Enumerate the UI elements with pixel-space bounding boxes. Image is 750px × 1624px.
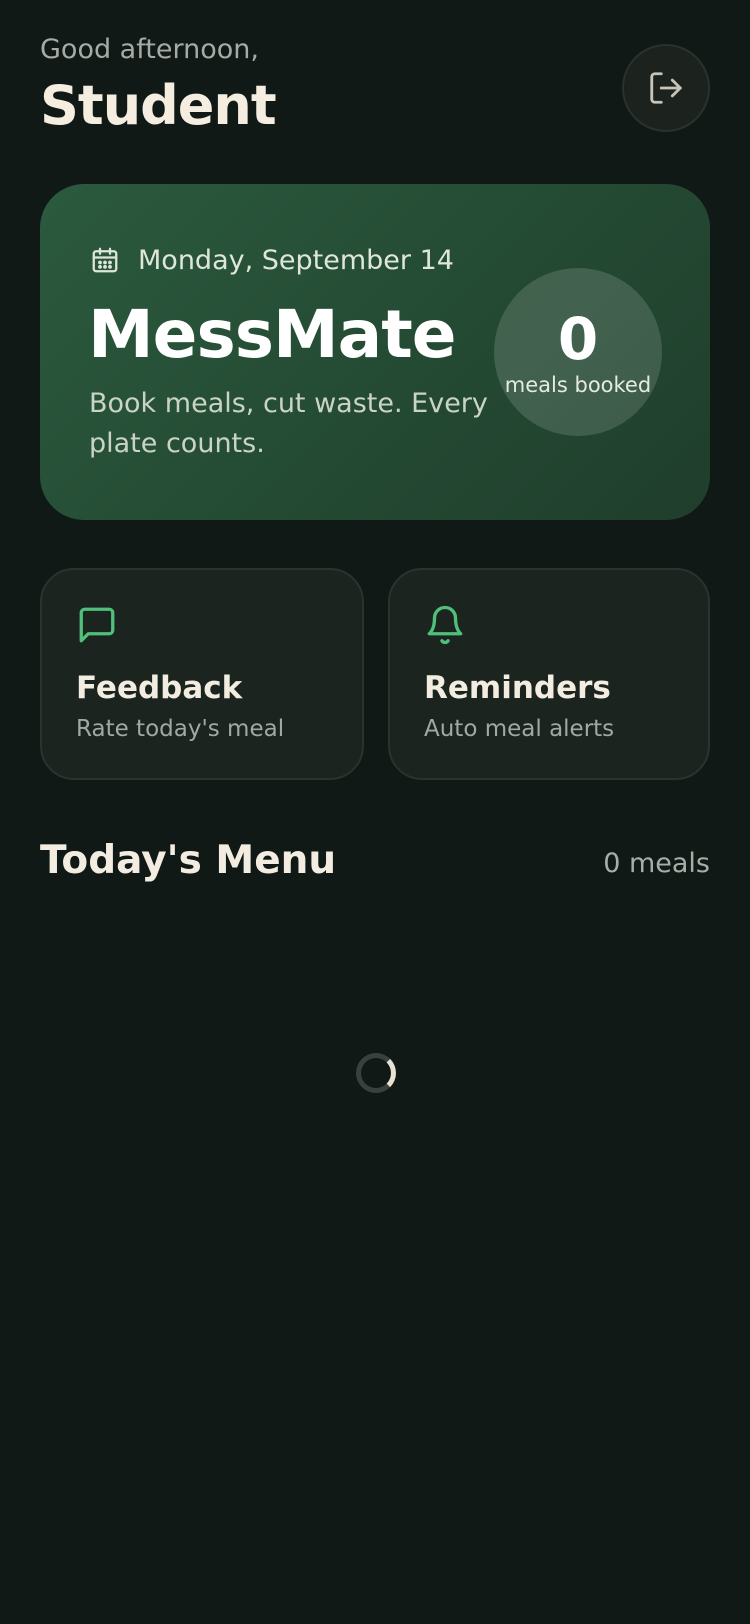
- meals-booked-count: 0: [557, 305, 599, 373]
- message-square-icon: [79, 607, 115, 643]
- app-tagline: Book meals, cut waste. Every plate count…: [89, 388, 488, 459]
- home-screen: Good afternoon, Student Monday, Septembe…: [0, 0, 750, 1624]
- feedback-subtitle: Rate today's meal: [76, 716, 285, 742]
- greeting-text: Good afternoon,: [40, 34, 259, 65]
- summary-card: Monday, September 14 MessMate Book meals…: [40, 184, 710, 520]
- logout-button[interactable]: [622, 44, 710, 132]
- feedback-title: Feedback: [76, 670, 243, 706]
- reminders-subtitle: Auto meal alerts: [424, 716, 615, 742]
- menu-meal-count: 0 meals: [603, 848, 710, 879]
- bell-icon: [427, 605, 463, 645]
- feedback-card[interactable]: Feedback Rate today's meal: [40, 568, 364, 780]
- reminders-card[interactable]: Reminders Auto meal alerts: [388, 568, 710, 780]
- current-date: Monday, September 14: [138, 244, 454, 276]
- user-name: Student: [40, 74, 277, 137]
- app-title: MessMate: [88, 296, 457, 373]
- calendar-icon: [92, 247, 118, 273]
- meals-booked-label: meals booked: [504, 373, 652, 397]
- date-row: Monday, September 14: [90, 244, 454, 276]
- menu-section-title: Today's Menu: [40, 838, 337, 883]
- logout-icon: [650, 72, 682, 104]
- loading-spinner: [356, 1053, 396, 1093]
- reminders-title: Reminders: [424, 670, 611, 706]
- meals-booked-badge: 0 meals booked: [494, 268, 662, 436]
